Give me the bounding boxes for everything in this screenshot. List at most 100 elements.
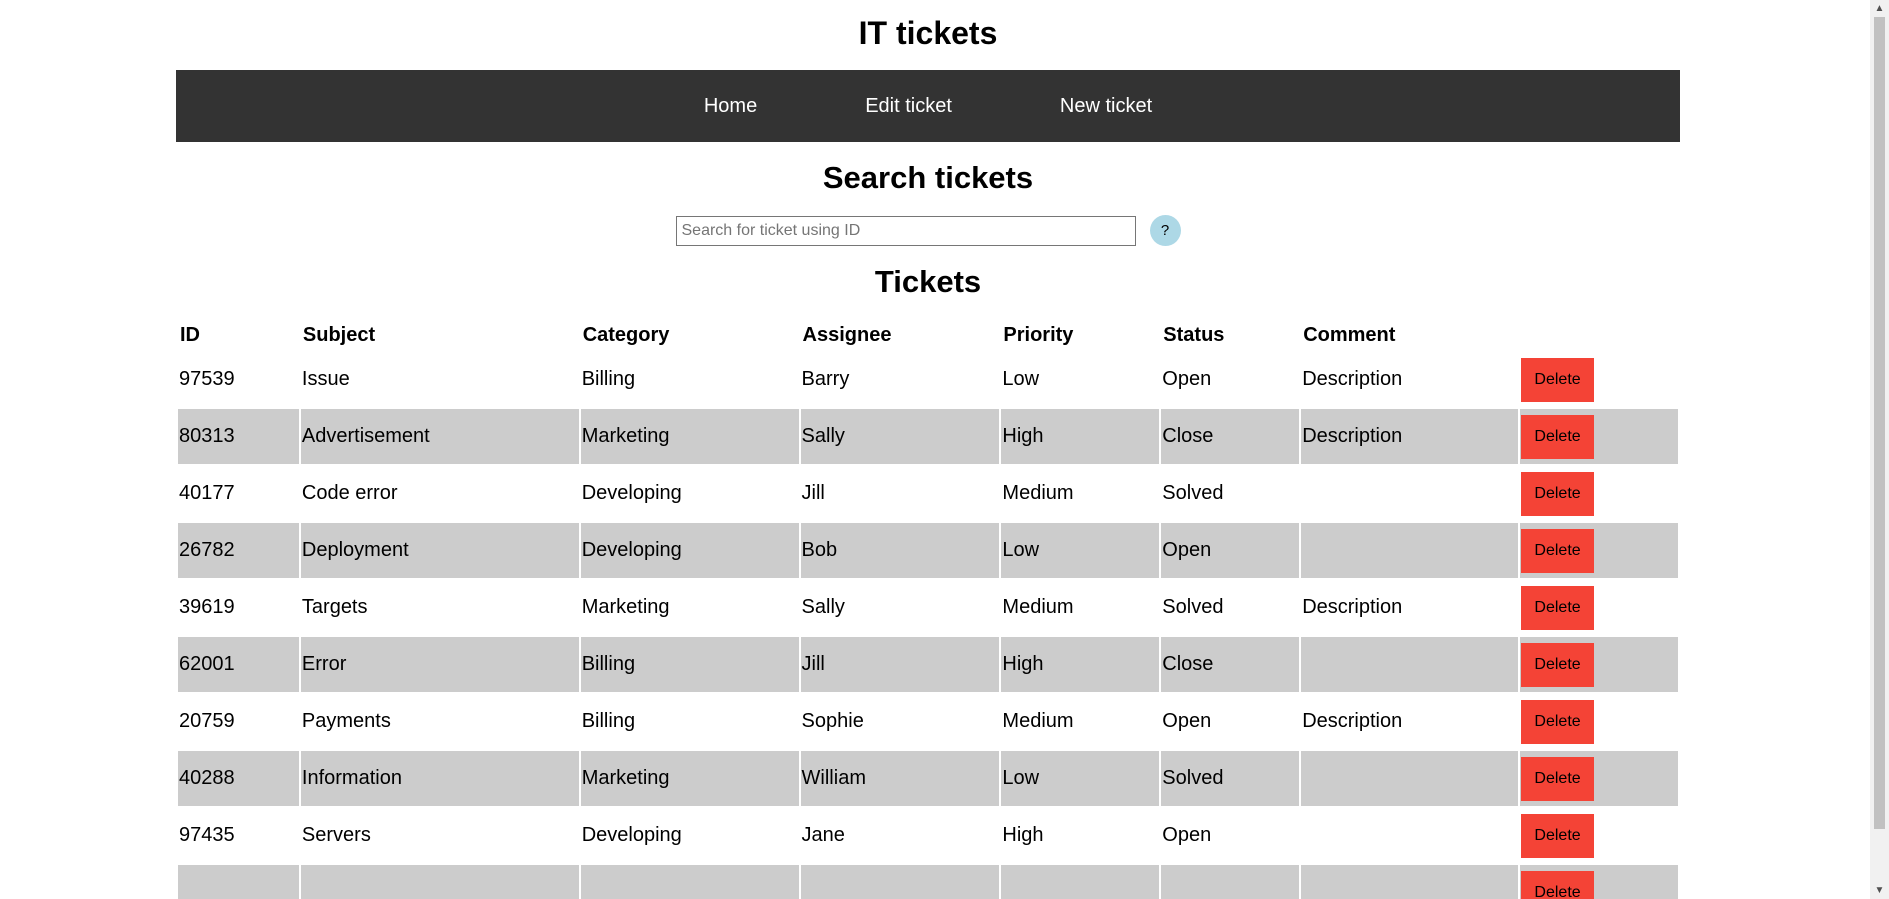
help-button[interactable]: ?: [1149, 215, 1181, 246]
cell-comment: [1301, 751, 1519, 806]
nav-edit-ticket-link[interactable]: Edit ticket: [811, 70, 1006, 142]
cell-category: Billing: [580, 637, 799, 692]
cell-actions: Delete: [1520, 694, 1678, 749]
delete-button[interactable]: Delete: [1521, 357, 1595, 402]
tickets-table: ID Subject Category Assignee Priority St…: [176, 318, 1680, 899]
cell-comment: Description: [1302, 596, 1403, 618]
cell-priority: [1001, 865, 1160, 899]
cell-assignee: Jill: [800, 637, 1000, 692]
cell-priority: Medium: [1002, 596, 1074, 618]
cell-status: Close: [1161, 409, 1300, 464]
cell-assignee: [800, 865, 1000, 899]
cell-subject: Code error: [301, 482, 398, 504]
cell-status: Solved: [1162, 482, 1224, 504]
cell-category: Developing: [581, 824, 682, 846]
delete-button[interactable]: Delete: [1521, 756, 1595, 801]
cell-id: [178, 865, 299, 899]
tickets-heading: Tickets: [874, 264, 982, 299]
search-input[interactable]: [675, 215, 1136, 246]
cell-priority: High: [1001, 637, 1160, 692]
column-header-category: Category: [582, 323, 670, 346]
cell-id: 40288: [178, 751, 299, 806]
page-title: IT tickets: [858, 15, 998, 51]
cell-id: 97435: [179, 824, 235, 846]
cell-id: 20759: [179, 710, 235, 732]
cell-id: 80313: [178, 409, 299, 464]
cell-category: Marketing: [580, 409, 799, 464]
delete-button[interactable]: Delete: [1521, 585, 1595, 630]
cell-priority: Low: [1001, 523, 1160, 578]
nav-new-ticket-link[interactable]: New ticket: [1006, 70, 1206, 142]
cell-comment: [1301, 637, 1519, 692]
cell-id: 40177: [179, 482, 235, 504]
cell-id: 62001: [178, 637, 299, 692]
delete-button[interactable]: Delete: [1521, 699, 1595, 744]
cell-assignee: William: [800, 751, 1000, 806]
cell-subject: Issue: [301, 368, 350, 390]
cell-id: 97539: [179, 368, 235, 390]
cell-status: [1161, 865, 1300, 899]
table-row: 97539 Issue Billing Barry Low Open Descr…: [178, 352, 1678, 407]
cell-assignee: Sophie: [801, 710, 864, 732]
cell-status: Open: [1162, 710, 1212, 732]
cell-actions: Delete: [1520, 637, 1678, 692]
table-header-row: ID Subject Category Assignee Priority St…: [178, 320, 1678, 350]
cell-subject: Targets: [301, 596, 368, 618]
cell-status: Solved: [1161, 751, 1300, 806]
cell-comment: [1301, 523, 1519, 578]
delete-button[interactable]: Delete: [1521, 528, 1595, 573]
table-row: 40177 Code error Developing Jill Medium …: [178, 466, 1678, 521]
cell-id: 39619: [179, 596, 235, 618]
delete-button[interactable]: Delete: [1521, 414, 1595, 459]
cell-priority: Low: [1001, 751, 1160, 806]
cell-category: Billing: [581, 710, 636, 732]
column-header-priority: Priority: [1003, 323, 1074, 346]
cell-status: Solved: [1162, 596, 1224, 618]
nav-home-link[interactable]: Home: [650, 70, 811, 142]
column-header-actions: [1520, 320, 1678, 350]
scroll-up-arrow-icon[interactable]: ▲: [1870, 0, 1889, 17]
cell-comment: [1301, 865, 1519, 899]
column-header-status: Status: [1163, 323, 1225, 346]
cell-subject: Deployment: [300, 523, 579, 578]
cell-comment: Description: [1302, 368, 1403, 390]
cell-assignee: Bob: [800, 523, 1000, 578]
cell-comment: [1301, 466, 1518, 521]
cell-status: Open: [1161, 523, 1300, 578]
cell-status: Open: [1162, 824, 1212, 846]
delete-button[interactable]: Delete: [1521, 471, 1595, 516]
cell-status: Open: [1162, 368, 1212, 390]
cell-actions: Delete: [1520, 751, 1678, 806]
cell-priority: High: [1002, 824, 1044, 846]
top-navbar: Home Edit ticket New ticket: [176, 70, 1680, 142]
cell-subject: Servers: [301, 824, 371, 846]
page: IT tickets Home Edit ticket New ticket S…: [0, 0, 1870, 899]
cell-category: Marketing: [580, 751, 799, 806]
scrollbar-thumb[interactable]: [1874, 17, 1885, 829]
table-row: 40288 Information Marketing William Low …: [178, 751, 1678, 806]
column-header-assignee: Assignee: [802, 323, 892, 346]
table-row: 80313 Advertisement Marketing Sally High…: [178, 409, 1678, 464]
cell-comment: Description: [1302, 710, 1403, 732]
cell-actions: Delete: [1520, 865, 1678, 899]
cell-actions: Delete: [1520, 523, 1678, 578]
table-row: 20759 Payments Billing Sophie Medium Ope…: [178, 694, 1678, 749]
scroll-down-arrow-icon[interactable]: ▼: [1870, 882, 1889, 899]
cell-category: Developing: [581, 482, 682, 504]
table-row: 62001 Error Billing Jill High Close Dele…: [178, 637, 1678, 692]
search-bar: ?: [0, 215, 1856, 246]
delete-button[interactable]: Delete: [1521, 870, 1595, 899]
delete-button[interactable]: Delete: [1521, 813, 1595, 858]
cell-priority: Medium: [1002, 482, 1074, 504]
cell-subject: [300, 865, 579, 899]
cell-subject: Error: [300, 637, 579, 692]
search-heading: Search tickets: [822, 160, 1034, 195]
table-row: 39619 Targets Marketing Sally Medium Sol…: [178, 580, 1678, 635]
table-row: 26782 Deployment Developing Bob Low Open…: [178, 523, 1678, 578]
delete-button[interactable]: Delete: [1521, 642, 1595, 687]
vertical-scrollbar[interactable]: ▲ ▼: [1870, 0, 1889, 899]
cell-actions: Delete: [1520, 580, 1678, 635]
cell-priority: Medium: [1002, 710, 1074, 732]
cell-assignee: Sally: [800, 409, 1000, 464]
cell-category: Marketing: [581, 596, 670, 618]
